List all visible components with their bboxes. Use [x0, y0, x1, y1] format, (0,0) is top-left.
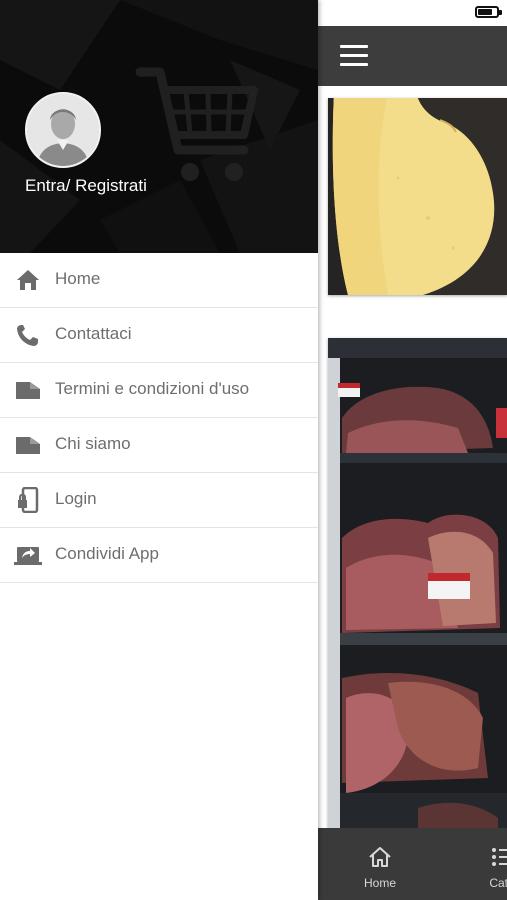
avatar[interactable] — [25, 92, 101, 168]
tab-home[interactable]: Home — [354, 844, 406, 890]
cart-icon — [135, 67, 258, 181]
tab-home-label: Home — [363, 876, 396, 890]
tab-categories-label: Cate — [489, 876, 507, 890]
drawer-header: Entra/ Registrati — [0, 0, 318, 253]
login-register-link[interactable]: Entra/ Registrati — [25, 176, 147, 196]
home-icon — [17, 270, 39, 290]
home-outline-icon — [369, 847, 391, 867]
product-image-meat-aging[interactable] — [328, 338, 507, 828]
menu-item-label: Home — [55, 269, 101, 288]
folder-icon — [16, 382, 40, 399]
menu-item-label: Contattaci — [55, 324, 132, 343]
menu-item-label: Login — [55, 489, 97, 508]
bottom-navigation: Home Cate — [318, 828, 507, 900]
drawer-menu: Home Contattaci Termini e condizioni d'u… — [0, 253, 318, 583]
app-bar — [318, 26, 507, 86]
app-screen: Home Cate — [318, 0, 507, 900]
menu-item-contattaci[interactable]: Contattaci — [0, 308, 318, 363]
hamburger-icon[interactable] — [340, 45, 368, 67]
menu-item-label: Termini e condizioni d'uso — [55, 379, 250, 398]
menu-item-login[interactable]: Login — [0, 473, 318, 528]
folder-icon — [16, 437, 40, 454]
battery-level — [478, 9, 493, 15]
menu-item-label: Chi siamo — [55, 434, 131, 453]
tab-categories[interactable]: Cate — [472, 844, 507, 890]
product-image-cheese[interactable] — [328, 98, 507, 295]
categories-icon — [492, 848, 507, 866]
menu-item-home[interactable]: Home — [0, 253, 318, 308]
menu-item-label: Condividi App — [55, 544, 159, 563]
status-bar — [318, 0, 507, 26]
phone-lock-icon — [18, 487, 39, 513]
user-placeholder-icon — [27, 94, 99, 166]
menu-item-termini[interactable]: Termini e condizioni d'uso — [0, 363, 318, 418]
battery-icon — [475, 6, 502, 18]
phone-icon — [17, 325, 38, 346]
navigation-drawer: Entra/ Registrati Home Contattaci Termin… — [0, 0, 318, 900]
menu-item-condividi[interactable]: Condividi App — [0, 528, 318, 583]
menu-item-chi-siamo[interactable]: Chi siamo — [0, 418, 318, 473]
share-screen-icon — [14, 547, 42, 565]
